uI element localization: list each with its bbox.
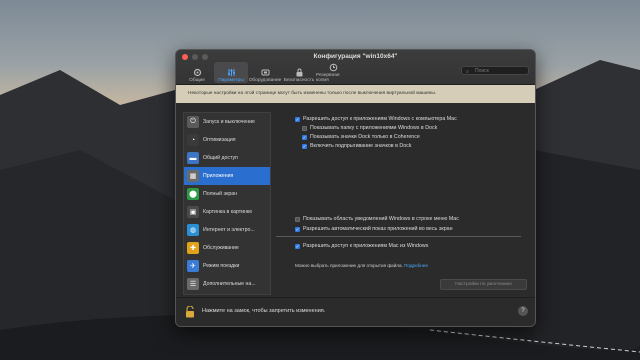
sidebar-item-3[interactable]: ▬ Общий доступ (184, 149, 270, 167)
toolbar-tab-label: Резервная копия (316, 73, 340, 83)
option-row: ✓ Разрешить автоматический показ приложен… (295, 226, 453, 232)
sidebar-item-1[interactable]: ⏻ Запуск и выключение (184, 113, 270, 131)
sidebar-item-2[interactable]: ◔ Оптимизация (184, 131, 270, 149)
folder-icon: ▬ (187, 152, 199, 164)
sidebar-item-10[interactable]: ☰ Дополнительные на... (184, 275, 270, 293)
settings-sidebar: ⏻ Запуск и выключение ◔ Оптимизация ▬ Общий д… (183, 112, 271, 295)
shutdown-notice: Некоторые настройки на этой странице мог… (176, 85, 535, 103)
toolbar-tab-2[interactable]: Параметры (214, 62, 248, 83)
pip-icon: ▣ (187, 206, 199, 218)
option-checkbox[interactable]: ✓ (295, 116, 300, 122)
option-row: ✓ Разрешить доступ к приложениям Windows … (295, 116, 457, 122)
search-placeholder: Поиск (475, 68, 489, 74)
search-icon: ⌕ (466, 69, 469, 75)
fullscreen-icon: ⬤ (187, 188, 199, 200)
file-association-note: Можно выбрать приложение для открытия фа… (295, 263, 428, 268)
sidebar-item-label: Приложения (203, 173, 234, 179)
preferences-toolbar: Общие Параметры Оборудование Безопасность Ре… (180, 62, 350, 83)
option-row: Показывать папку с приложениями Windows … (302, 125, 437, 131)
option-row: ✓ Разрешить доступ к приложениям Mac из W… (295, 243, 428, 249)
divider (276, 236, 521, 237)
option-checkbox[interactable]: ✓ (295, 226, 300, 232)
option-row: ✓ Показывать значки Dock только в Coheren… (302, 134, 420, 140)
globe-icon: ◍ (187, 224, 199, 236)
toolbar-tab-label: Безопасность (283, 78, 315, 83)
toolbar-tab-label: Оборудование (248, 78, 282, 83)
lock-hint-text: Нажмите на замок, чтобы запретить измене… (202, 308, 326, 314)
option-checkbox[interactable] (302, 125, 307, 131)
toolbar-tab-1[interactable]: Общие (180, 62, 214, 83)
applications-settings-panel: Можно выбрать приложение для открытия фа… (276, 112, 529, 293)
lock-icon[interactable] (185, 306, 195, 318)
sidebar-item-label: Дополнительные на... (203, 281, 256, 287)
option-label: Показывать значки Dock только в Coherenc… (310, 134, 420, 140)
sidebar-item-4[interactable]: ▦ Приложения (184, 167, 270, 185)
speedometer-icon: ◔ (187, 134, 199, 146)
help-button[interactable]: ? (518, 306, 528, 316)
gear-icon (193, 68, 201, 77)
maintenance-icon: ✚ (187, 242, 199, 254)
toolbar-tab-3[interactable]: Оборудование (248, 62, 282, 83)
clock-icon (329, 63, 337, 72)
hardware-icon (261, 69, 269, 76)
option-checkbox[interactable]: ✓ (295, 243, 300, 249)
sliders-icon (227, 69, 235, 76)
travel-icon: ✈ (187, 260, 199, 272)
restore-defaults-button[interactable]: Настройки по умолчанию (440, 279, 527, 290)
toolbar-tab-4[interactable]: Безопасность (282, 62, 316, 83)
sidebar-item-label: Интернет и электро... (203, 227, 255, 233)
option-label: Разрешить доступ к приложениям Mac из Wi… (303, 243, 429, 249)
option-label: Показывать область уведомлений Windows в… (303, 216, 459, 222)
sidebar-item-5[interactable]: ⬤ Полный экран (184, 185, 270, 203)
option-label: Разрешить доступ к приложениям Windows с… (303, 116, 457, 122)
sidebar-item-label: Режим поездки (203, 263, 240, 269)
power-icon: ⏻ (187, 116, 199, 128)
title-bar: Конфигурация "win10x64" Общие Параметры Об… (176, 50, 535, 85)
advanced-icon: ☰ (187, 278, 199, 290)
toolbar-tab-5[interactable]: Резервная копия (316, 62, 350, 83)
sidebar-item-label: Общий доступ (203, 155, 238, 161)
bottom-bar: Нажмите на замок, чтобы запретить измене… (176, 297, 535, 326)
toolbar-tab-label: Параметры (218, 78, 244, 83)
sidebar-item-7[interactable]: ◍ Интернет и электро... (184, 221, 270, 239)
option-checkbox[interactable] (295, 216, 300, 222)
sidebar-item-label: Картинка в картинке (203, 209, 253, 215)
learn-more-link[interactable]: Подробнее (404, 263, 428, 268)
sidebar-item-label: Полный экран (203, 191, 238, 197)
window-title: Конфигурация "win10x64" (313, 53, 398, 60)
sidebar-item-label: Оптимизация (203, 137, 236, 143)
lock-icon (296, 68, 302, 77)
toolbar-tab-label: Общие (189, 78, 205, 83)
configuration-window: Конфигурация "win10x64" Общие Параметры Об… (175, 49, 536, 327)
option-label: Включить подпрыгивание значков в Dock (310, 143, 412, 149)
option-checkbox[interactable]: ✓ (302, 143, 307, 149)
sidebar-item-label: Обслуживание (203, 245, 239, 251)
option-label: Разрешить автоматический показ приложени… (303, 226, 453, 232)
option-label: Показывать папку с приложениями Windows … (310, 125, 438, 131)
sidebar-item-8[interactable]: ✚ Обслуживание (184, 239, 270, 257)
note-text: Можно выбрать приложение для открытия фа… (295, 263, 403, 268)
search-field[interactable]: ⌕ Поиск (461, 66, 529, 75)
sidebar-item-6[interactable]: ▣ Картинка в картинке (184, 203, 270, 221)
sidebar-item-9[interactable]: ✈ Режим поездки (184, 257, 270, 275)
sidebar-item-label: Запуск и выключение (203, 119, 255, 125)
option-row: ✓ Включить подпрыгивание значков в Dock (302, 143, 411, 149)
apps-icon: ▦ (187, 170, 199, 182)
option-row: Показывать область уведомлений Windows в… (295, 216, 459, 222)
option-checkbox[interactable]: ✓ (302, 134, 307, 140)
